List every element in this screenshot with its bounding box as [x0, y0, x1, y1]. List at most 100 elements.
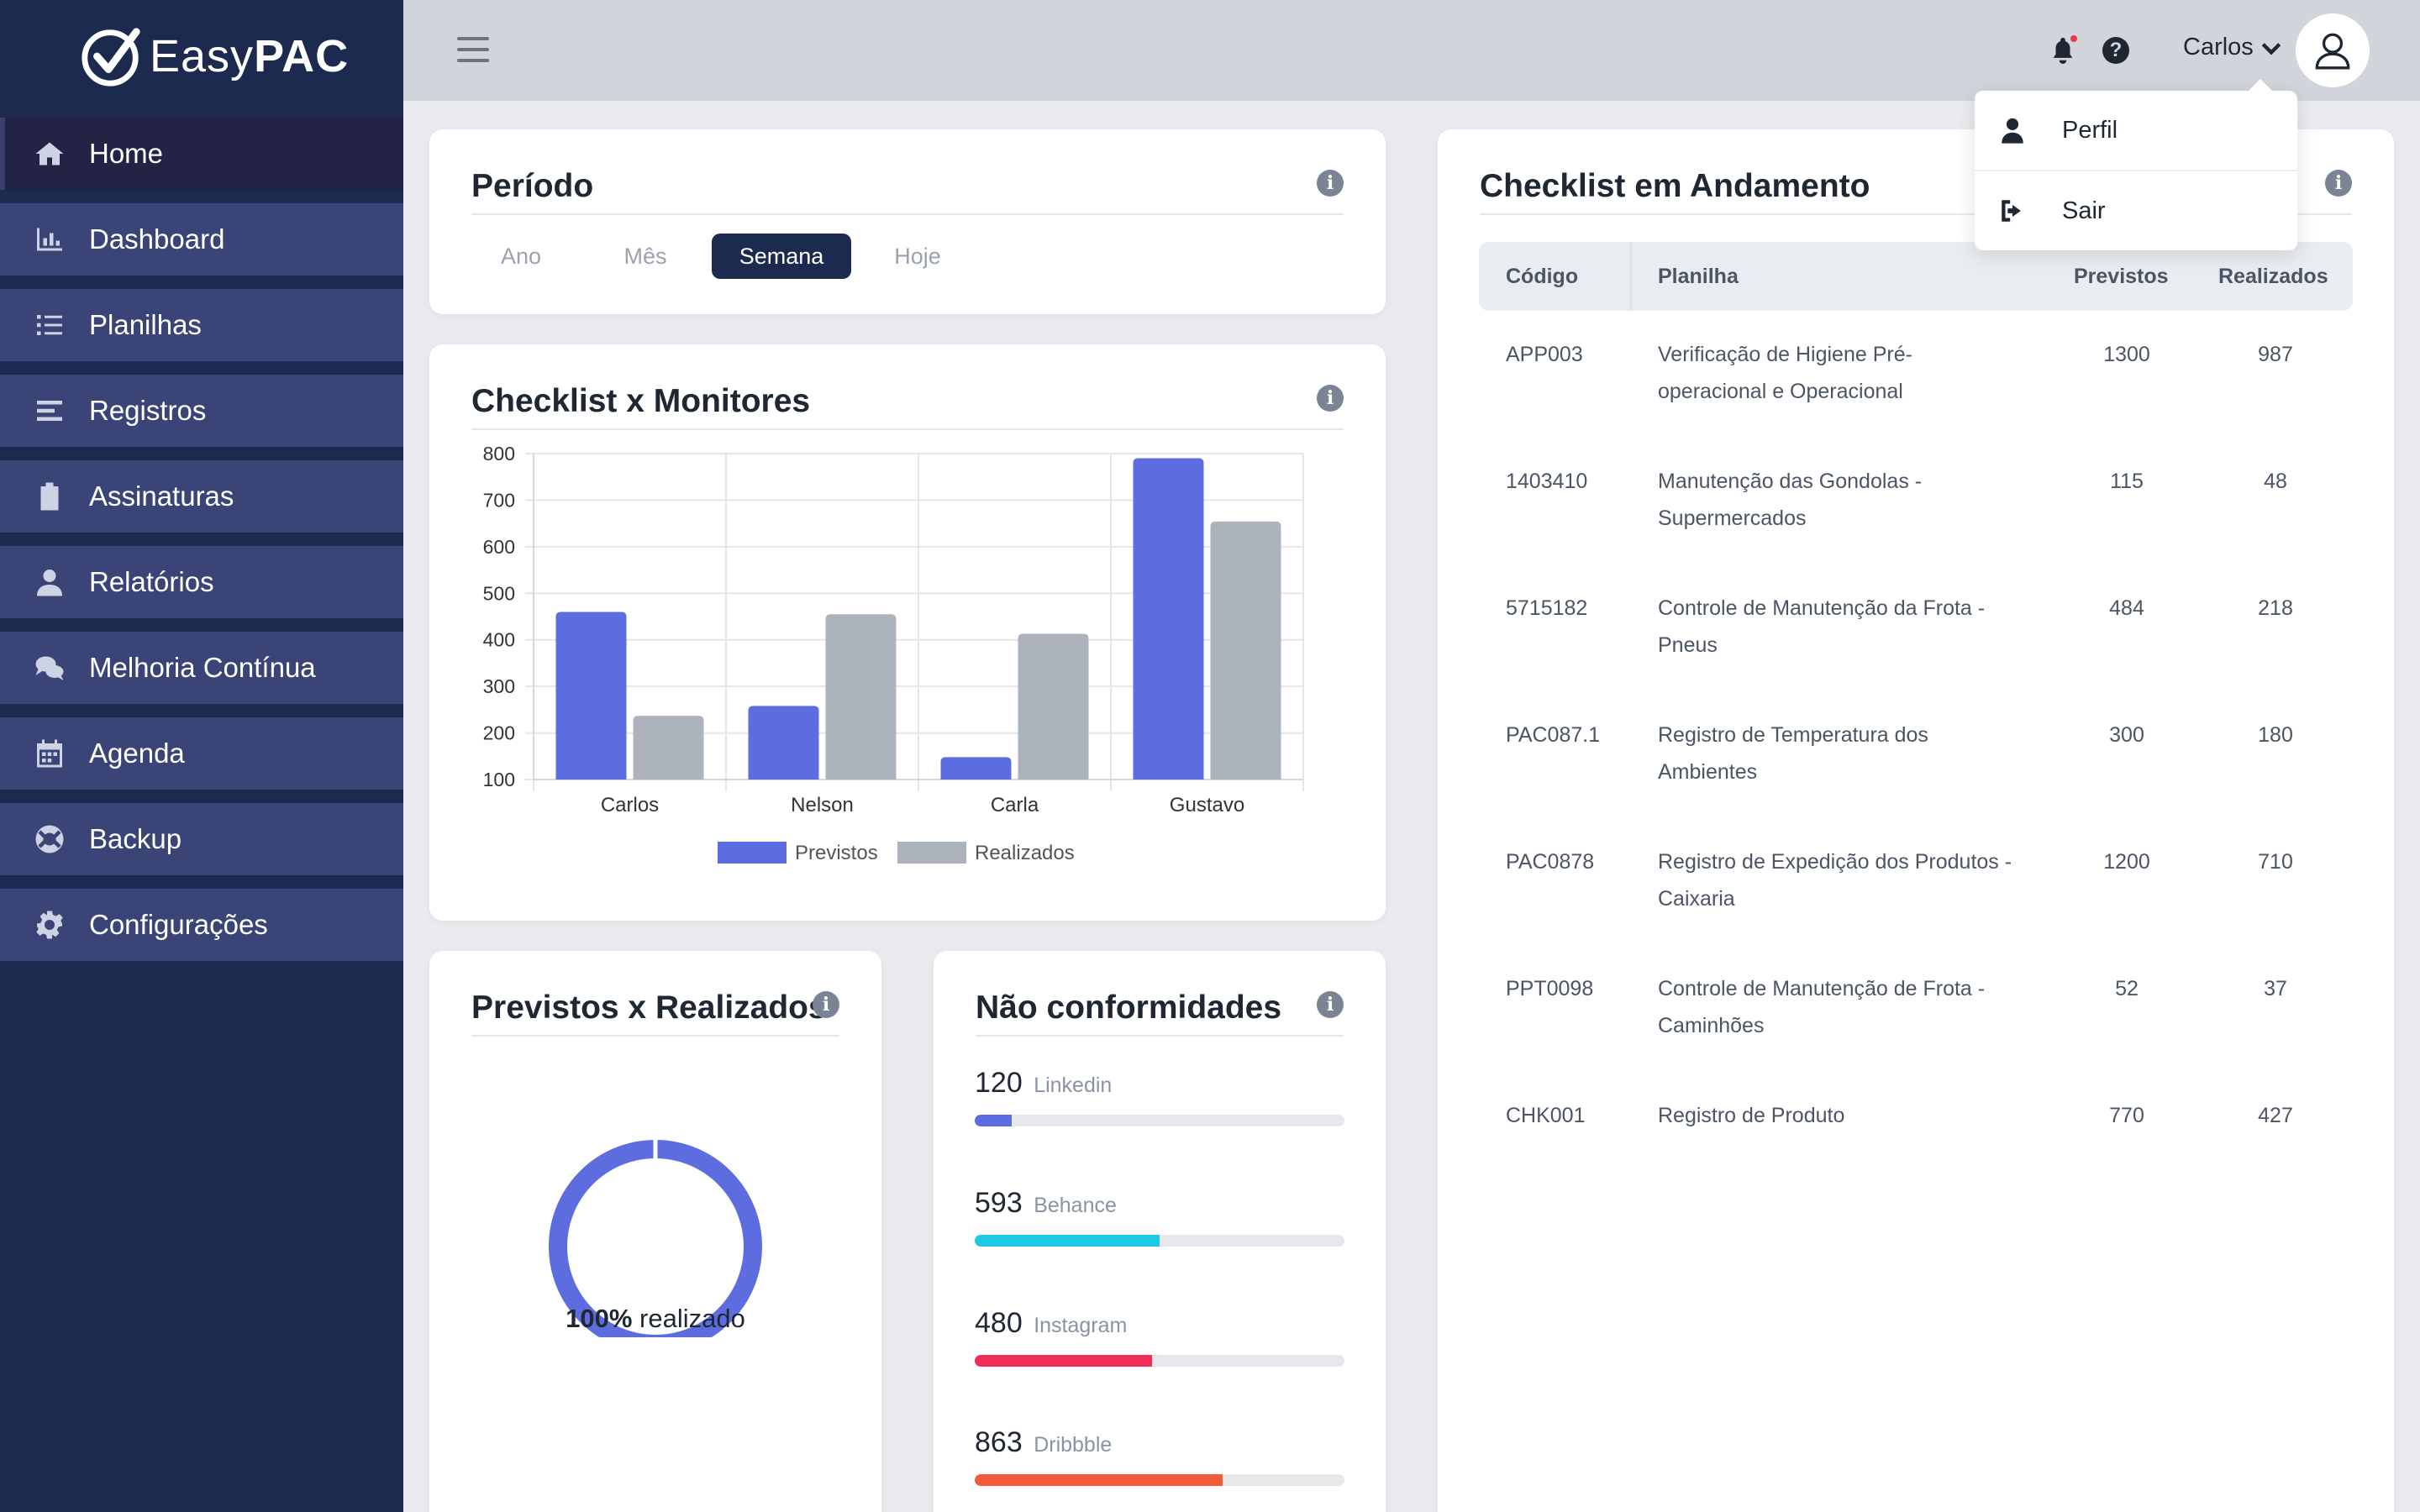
tab-ano[interactable]: Ano: [471, 234, 571, 279]
info-icon[interactable]: i: [1317, 170, 1344, 197]
cell-previstos: 770: [2109, 1104, 2144, 1127]
legend-swatch: [718, 842, 786, 864]
logo-text-bold: PAC: [254, 31, 350, 81]
nc-value: 120: [975, 1067, 1023, 1099]
cell-planilha-line: Registro de Expedição dos Produtos -: [1658, 850, 2012, 874]
column-header-realizados[interactable]: Realizados: [2218, 242, 2328, 311]
cell-codigo: CHK001: [1506, 1104, 1586, 1127]
tab-hoje[interactable]: Hoje: [868, 234, 967, 279]
sidebar-item-dashboard[interactable]: Dashboard: [0, 203, 403, 276]
bar-previstos-nelson: [748, 706, 819, 780]
cell-realizados: 37: [2264, 977, 2287, 1000]
sidebar-item-label: Relatórios: [89, 566, 214, 597]
divider: [471, 213, 1344, 215]
nc-value: 863: [975, 1426, 1023, 1458]
sidebar-item-planilhas[interactable]: Planilhas: [0, 289, 403, 361]
user-menu-toggle[interactable]: Carlos: [2183, 34, 2282, 61]
sidebar-item-melhoria[interactable]: Melhoria Contínua: [0, 632, 403, 704]
bell-icon[interactable]: [2049, 34, 2079, 66]
lifebuoy-icon: [32, 822, 67, 857]
sidebar-item-label: Registros: [89, 395, 207, 426]
column-header-previstos[interactable]: Previstos: [2074, 242, 2169, 311]
logo-check-icon: [82, 28, 140, 87]
cell-planilha-line: Caminhões: [1658, 1014, 1765, 1037]
sidebar-item-relatorios[interactable]: Relatórios: [0, 546, 403, 618]
cell-planilha-line: Manutenção das Gondolas -: [1658, 470, 1923, 493]
periodo-card: Período i Ano Mês Semana Hoje: [429, 129, 1386, 314]
sidebar-item-label: Dashboard: [89, 223, 225, 255]
cell-codigo: PPT0098: [1506, 977, 1594, 1000]
logo-text-light: Easy: [150, 31, 255, 81]
legend-label: Previstos: [795, 842, 878, 864]
cell-planilha: Controle de Manutenção de Frota - Caminhõ…: [1658, 970, 1985, 1044]
sidebar-item-label: Home: [89, 138, 164, 169]
sidebar-menu: Home Dashboard Planilhas Registros Assin…: [0, 118, 403, 974]
nc-item-dribbble: 863 Dribbble: [975, 1426, 1344, 1486]
sidebar-item-backup[interactable]: Backup: [0, 803, 403, 875]
dropdown-item-perfil[interactable]: Perfil: [1975, 91, 2297, 170]
calendar-icon: [32, 736, 67, 771]
cell-codigo: PAC0878: [1506, 850, 1595, 874]
previstos-realizados-title: Previstos x Realizados: [471, 990, 827, 1026]
bar-previstos-gustavo: [1133, 458, 1204, 780]
y-tick-label: 700: [483, 489, 515, 511]
periodo-tabs: Ano Mês Semana Hoje: [471, 234, 967, 279]
y-tick-label: 600: [483, 536, 515, 558]
sidebar-item-configuracoes[interactable]: Configurações: [0, 889, 403, 961]
bar-realizados-carlos: [633, 716, 704, 780]
comments-icon: [32, 650, 67, 685]
sidebar-item-registros[interactable]: Registros: [0, 375, 403, 447]
info-icon[interactable]: i: [813, 991, 839, 1018]
cell-planilha-line: Registro de Temperatura dos: [1658, 723, 1928, 747]
legend-swatch: [897, 842, 966, 864]
cell-planilha: Verificação de Higiene Pré-operacional e…: [1658, 336, 1912, 410]
list-icon: [32, 307, 67, 343]
cell-realizados: 710: [2258, 850, 2293, 874]
avatar[interactable]: [2296, 13, 2370, 87]
sidebar-item-label: Agenda: [89, 738, 185, 769]
nc-item-linkedin: 120 Linkedin: [975, 1067, 1344, 1126]
sidebar-item-label: Planilhas: [89, 309, 202, 340]
help-icon[interactable]: ?: [2102, 37, 2129, 64]
cell-previstos: 115: [2110, 470, 2144, 493]
logo[interactable]: EasyPAC: [79, 24, 349, 89]
nc-progress-fill: [975, 1235, 1160, 1247]
cell-previstos: 484: [2109, 596, 2144, 620]
tab-mes[interactable]: Mês: [596, 234, 695, 279]
nc-progress-fill: [975, 1355, 1153, 1367]
topbar: ? Carlos: [403, 0, 2420, 101]
bar-chart: 100 200 300 400 500 600 700 800 Carlos Nelson Carl…: [483, 443, 1304, 864]
nc-value: 480: [975, 1307, 1023, 1339]
sidebar-item-agenda[interactable]: Agenda: [0, 717, 403, 790]
dropdown-item-sair[interactable]: Sair: [1975, 171, 2297, 250]
sidebar-item-label: Configurações: [89, 909, 268, 940]
cell-planilha: Registro de Temperatura dos Ambientes: [1658, 717, 1928, 790]
divider: [976, 1035, 1344, 1037]
column-header-codigo[interactable]: Código: [1506, 242, 1578, 311]
column-header-planilha[interactable]: Planilha: [1658, 242, 1739, 311]
sidebar-item-home[interactable]: Home: [0, 118, 403, 190]
legend-label: Realizados: [975, 842, 1075, 864]
donut-chart: [549, 1139, 762, 1337]
nc-progress-bar: [975, 1474, 1344, 1486]
donut-label: 100% realizado: [429, 1304, 881, 1334]
dropdown-caret: [2249, 79, 2272, 91]
nc-value: 593: [975, 1187, 1023, 1219]
tab-semana[interactable]: Semana: [712, 234, 851, 279]
menu-toggle-icon[interactable]: [457, 37, 489, 64]
nc-progress-bar: [975, 1235, 1344, 1247]
nc-progress-fill: [975, 1474, 1223, 1486]
sidebar-item-assinaturas[interactable]: Assinaturas: [0, 460, 403, 533]
cell-previstos: 52: [2115, 977, 2139, 1000]
table-header: Código Planilha Previstos Realizados: [1479, 242, 2353, 311]
cell-planilha-line: Caixaria: [1658, 887, 1735, 911]
x-tick-label: Nelson: [791, 794, 854, 816]
x-tick-label: Carlos: [601, 794, 659, 816]
nc-progress-fill: [975, 1115, 1012, 1126]
lines-icon: [32, 393, 67, 428]
cell-previstos: 300: [2109, 723, 2144, 747]
checklist-monitores-card: Checklist x Monitores i 100 200 300 400 500 6…: [429, 344, 1386, 921]
info-icon[interactable]: i: [2325, 170, 2352, 197]
info-icon[interactable]: i: [1317, 991, 1344, 1018]
column-divider: [1630, 242, 1632, 311]
